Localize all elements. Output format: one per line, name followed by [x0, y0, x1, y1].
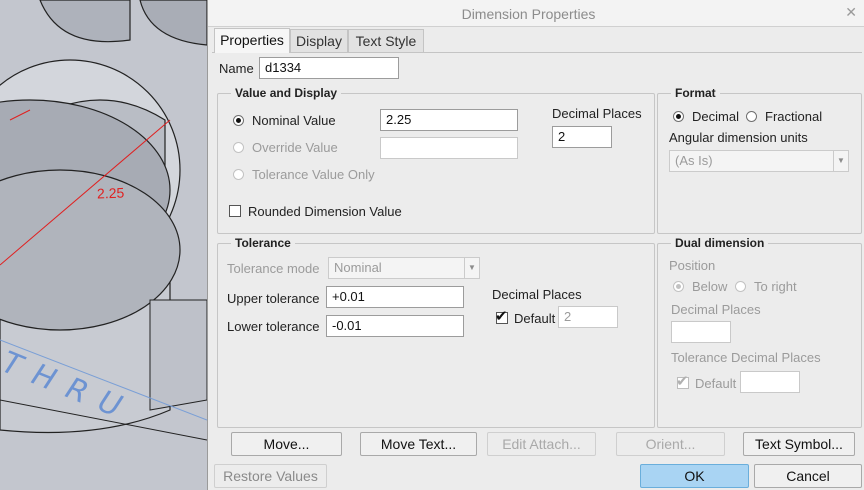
tolerance-title: Tolerance: [231, 236, 295, 250]
decimal-places-input[interactable]: 2: [552, 126, 612, 148]
text-symbol-button[interactable]: Text Symbol...: [743, 432, 855, 456]
override-value-input[interactable]: [380, 137, 518, 159]
chevron-down-icon: ▼: [464, 258, 479, 278]
tab-text-style[interactable]: Text Style: [348, 29, 424, 52]
close-icon[interactable]: ✕: [845, 4, 857, 21]
ok-button[interactable]: OK: [640, 464, 749, 488]
name-label: Name: [219, 61, 254, 76]
checkmark-icon: ✔: [676, 373, 689, 390]
fractional-label[interactable]: Fractional: [765, 109, 822, 124]
dual-tolerance-decimal-label: Tolerance Decimal Places: [671, 350, 821, 365]
below-radio[interactable]: [673, 281, 684, 292]
fractional-radio[interactable]: [746, 111, 757, 122]
dimension-properties-dialog: Dimension Properties ✕ Properties Displa…: [207, 0, 864, 490]
dual-tolerance-decimal-input[interactable]: [740, 371, 800, 393]
edit-attach-button[interactable]: Edit Attach...: [487, 432, 596, 456]
value-display-title: Value and Display: [231, 86, 342, 100]
tolerance-value-only-radio[interactable]: [233, 169, 244, 180]
angular-units-select[interactable]: (As Is) ▼: [669, 150, 849, 172]
upper-tolerance-input[interactable]: +0.01: [326, 286, 464, 308]
override-value-radio[interactable]: [233, 142, 244, 153]
restore-values-button[interactable]: Restore Values: [214, 464, 327, 488]
dual-decimal-input[interactable]: [671, 321, 731, 343]
dialog-title: Dimension Properties: [461, 6, 596, 22]
decimal-label[interactable]: Decimal: [692, 109, 739, 124]
dual-dimension-title: Dual dimension: [671, 236, 769, 250]
rounded-dimension-label[interactable]: Rounded Dimension Value: [248, 204, 402, 219]
tab-divider: [212, 52, 862, 53]
move-button[interactable]: Move...: [231, 432, 342, 456]
cancel-button[interactable]: Cancel: [754, 464, 862, 488]
angular-units-value: (As Is): [675, 153, 713, 168]
tolerance-decimal-input[interactable]: 2: [558, 306, 618, 328]
angular-units-label: Angular dimension units: [669, 130, 808, 145]
nominal-value-radio[interactable]: [233, 115, 244, 126]
tolerance-mode-select[interactable]: Nominal ▼: [328, 257, 480, 279]
tolerance-decimal-places-label: Decimal Places: [492, 287, 582, 302]
override-value-label: Override Value: [252, 140, 338, 155]
lower-tolerance-input[interactable]: -0.01: [326, 315, 464, 337]
upper-tolerance-label: Upper tolerance: [227, 291, 320, 306]
nominal-value-input[interactable]: 2.25: [380, 109, 518, 131]
tolerance-value-only-label: Tolerance Value Only: [252, 167, 375, 182]
dual-decimal-places-label: Decimal Places: [671, 302, 761, 317]
checkmark-icon: ✔: [495, 308, 508, 325]
to-right-radio[interactable]: [735, 281, 746, 292]
tab-properties[interactable]: Properties: [214, 28, 290, 53]
orient-button[interactable]: Orient...: [616, 432, 725, 456]
tolerance-default-label[interactable]: Default: [514, 311, 555, 326]
tolerance-mode-value: Nominal: [334, 260, 382, 275]
nominal-value-label[interactable]: Nominal Value: [252, 113, 336, 128]
decimal-places-label: Decimal Places: [552, 106, 642, 121]
rounded-dimension-checkbox[interactable]: [229, 205, 241, 217]
tab-display[interactable]: Display: [290, 29, 348, 52]
name-input[interactable]: d1334: [259, 57, 399, 79]
dialog-titlebar[interactable]: Dimension Properties ✕: [208, 0, 864, 27]
dimension-label[interactable]: 2.25: [97, 185, 125, 202]
decimal-radio[interactable]: [673, 111, 684, 122]
lower-tolerance-label: Lower tolerance: [227, 319, 320, 334]
cad-viewport[interactable]: 2.25 THRU: [0, 0, 207, 490]
chevron-down-icon: ▼: [833, 151, 848, 171]
format-title: Format: [671, 86, 720, 100]
below-label: Below: [692, 279, 728, 294]
move-text-button[interactable]: Move Text...: [360, 432, 477, 456]
position-label: Position: [669, 258, 716, 273]
dual-default-label: Default: [695, 376, 737, 391]
tolerance-mode-label: Tolerance mode: [227, 261, 320, 276]
to-right-label: To right: [754, 279, 797, 294]
